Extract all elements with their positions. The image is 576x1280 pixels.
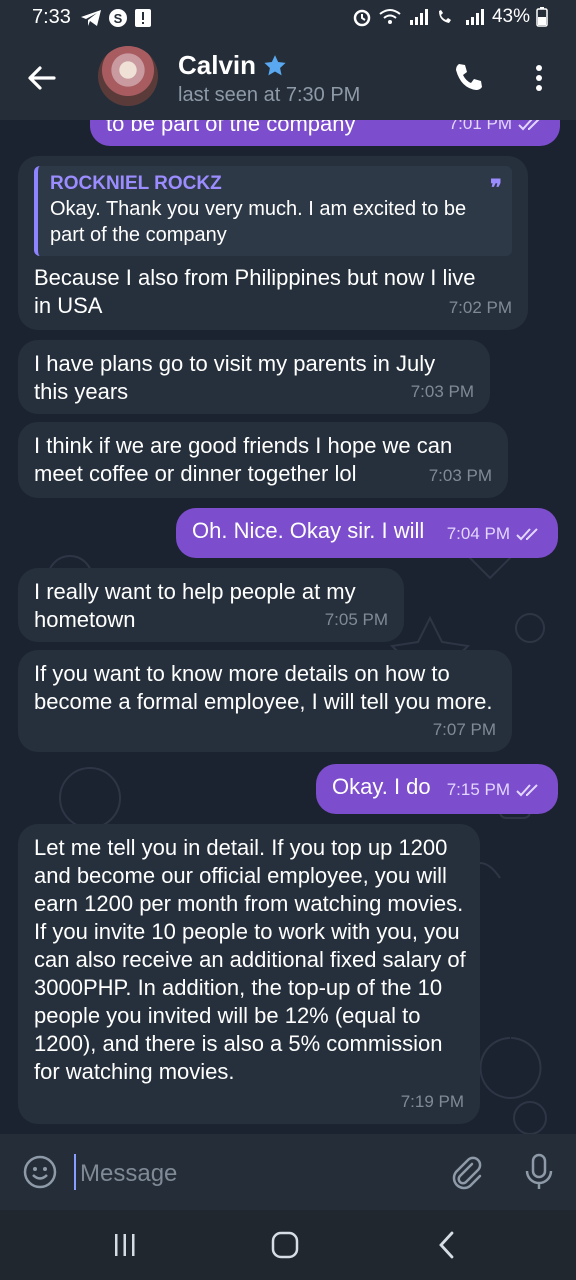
contact-name[interactable]: Calvin <box>178 50 256 81</box>
star-icon <box>264 55 286 76</box>
chat-header: Calvin last seen at 7:30 PM <box>0 36 576 120</box>
message-text: Let me tell you in detail. If you top up… <box>34 835 466 1084</box>
message-text: I think if we are good friends I hope we… <box>34 433 453 486</box>
alarm-icon <box>353 9 371 27</box>
signal-icon <box>409 9 428 25</box>
message-time: 7:07 PM <box>432 720 496 739</box>
message-time: 7:03 PM <box>410 382 474 401</box>
message-text: I have plans go to visit my parents in J… <box>34 351 436 404</box>
message-time: 7:19 PM <box>400 1092 464 1111</box>
skype-icon: S <box>109 9 127 27</box>
message-meta: 7:03 PM <box>411 378 474 406</box>
message-meta: 7:03 PM <box>429 462 492 490</box>
message-time: 7:15 PM <box>446 780 510 799</box>
message-incoming[interactable]: Let me tell you in detail. If you top up… <box>18 824 480 1124</box>
reply-quote[interactable]: ROCKNIEL ROCKZ Okay. Thank you very much… <box>34 166 512 256</box>
message-incoming[interactable]: I really want to help people at my homet… <box>18 568 404 642</box>
svg-text:S: S <box>114 11 123 26</box>
message-time: 7:03 PM <box>428 466 492 485</box>
battery-percent: 43% <box>491 6 530 27</box>
microphone-icon[interactable] <box>522 1152 556 1192</box>
battery-icon <box>536 7 548 27</box>
message-incoming[interactable]: ROCKNIEL ROCKZ Okay. Thank you very much… <box>18 156 528 330</box>
message-meta: 7:19 PM <box>401 1088 464 1116</box>
system-navigation-bar <box>0 1210 576 1280</box>
message-meta: 7:04 PM <box>447 520 542 548</box>
attach-icon[interactable] <box>448 1154 484 1190</box>
double-check-icon <box>516 528 538 541</box>
last-seen-status: last seen at 7:30 PM <box>178 84 361 106</box>
alert-icon <box>135 9 151 27</box>
reply-text: Okay. Thank you very much. I am excited … <box>50 198 467 246</box>
system-status: 43% <box>352 6 548 28</box>
emoji-icon[interactable] <box>22 1154 58 1190</box>
signal-2-icon <box>465 9 484 25</box>
telegram-icon <box>81 10 101 26</box>
avatar[interactable] <box>98 46 158 106</box>
wifi-icon <box>379 9 401 24</box>
message-input[interactable] <box>78 1156 442 1192</box>
message-time: 7:02 PM <box>448 298 512 317</box>
nav-back-icon[interactable] <box>436 1230 458 1260</box>
notification-icons: S <box>80 7 152 29</box>
message-incoming[interactable]: I have plans go to visit my parents in J… <box>18 340 490 414</box>
message-meta: 7:02 PM <box>449 294 512 322</box>
message-outgoing[interactable]: Okay. I do 7:15 PM <box>316 764 558 814</box>
message-text: Because I also from Philippines but now … <box>34 265 476 318</box>
more-options-icon[interactable] <box>528 60 550 96</box>
message-meta: 7:05 PM <box>325 606 388 634</box>
message-time: 7:05 PM <box>324 610 388 629</box>
recent-apps-icon[interactable] <box>112 1232 138 1258</box>
message-text: If you want to know more details on how … <box>34 661 493 714</box>
reply-author: ROCKNIEL ROCKZ <box>50 173 222 194</box>
status-time: 7:33 <box>32 6 71 28</box>
message-meta: 7:15 PM <box>447 776 542 804</box>
quote-icon: ❞ <box>490 175 502 200</box>
status-bar: 7:33 S 43% <box>0 0 576 36</box>
back-arrow-icon[interactable] <box>24 60 60 96</box>
message-incoming[interactable]: If you want to know more details on how … <box>18 650 512 752</box>
message-incoming[interactable]: I think if we are good friends I hope we… <box>18 422 508 498</box>
home-icon[interactable] <box>270 1230 300 1260</box>
message-composer <box>0 1134 576 1210</box>
call-signal-icon <box>438 10 451 23</box>
message-outgoing[interactable]: Oh. Nice. Okay sir. I will 7:04 PM <box>176 508 558 558</box>
message-meta: 7:07 PM <box>433 716 496 744</box>
phone-icon[interactable] <box>452 60 486 94</box>
message-time: 7:04 PM <box>446 524 510 543</box>
text-cursor <box>74 1154 76 1190</box>
double-check-icon <box>516 784 538 797</box>
